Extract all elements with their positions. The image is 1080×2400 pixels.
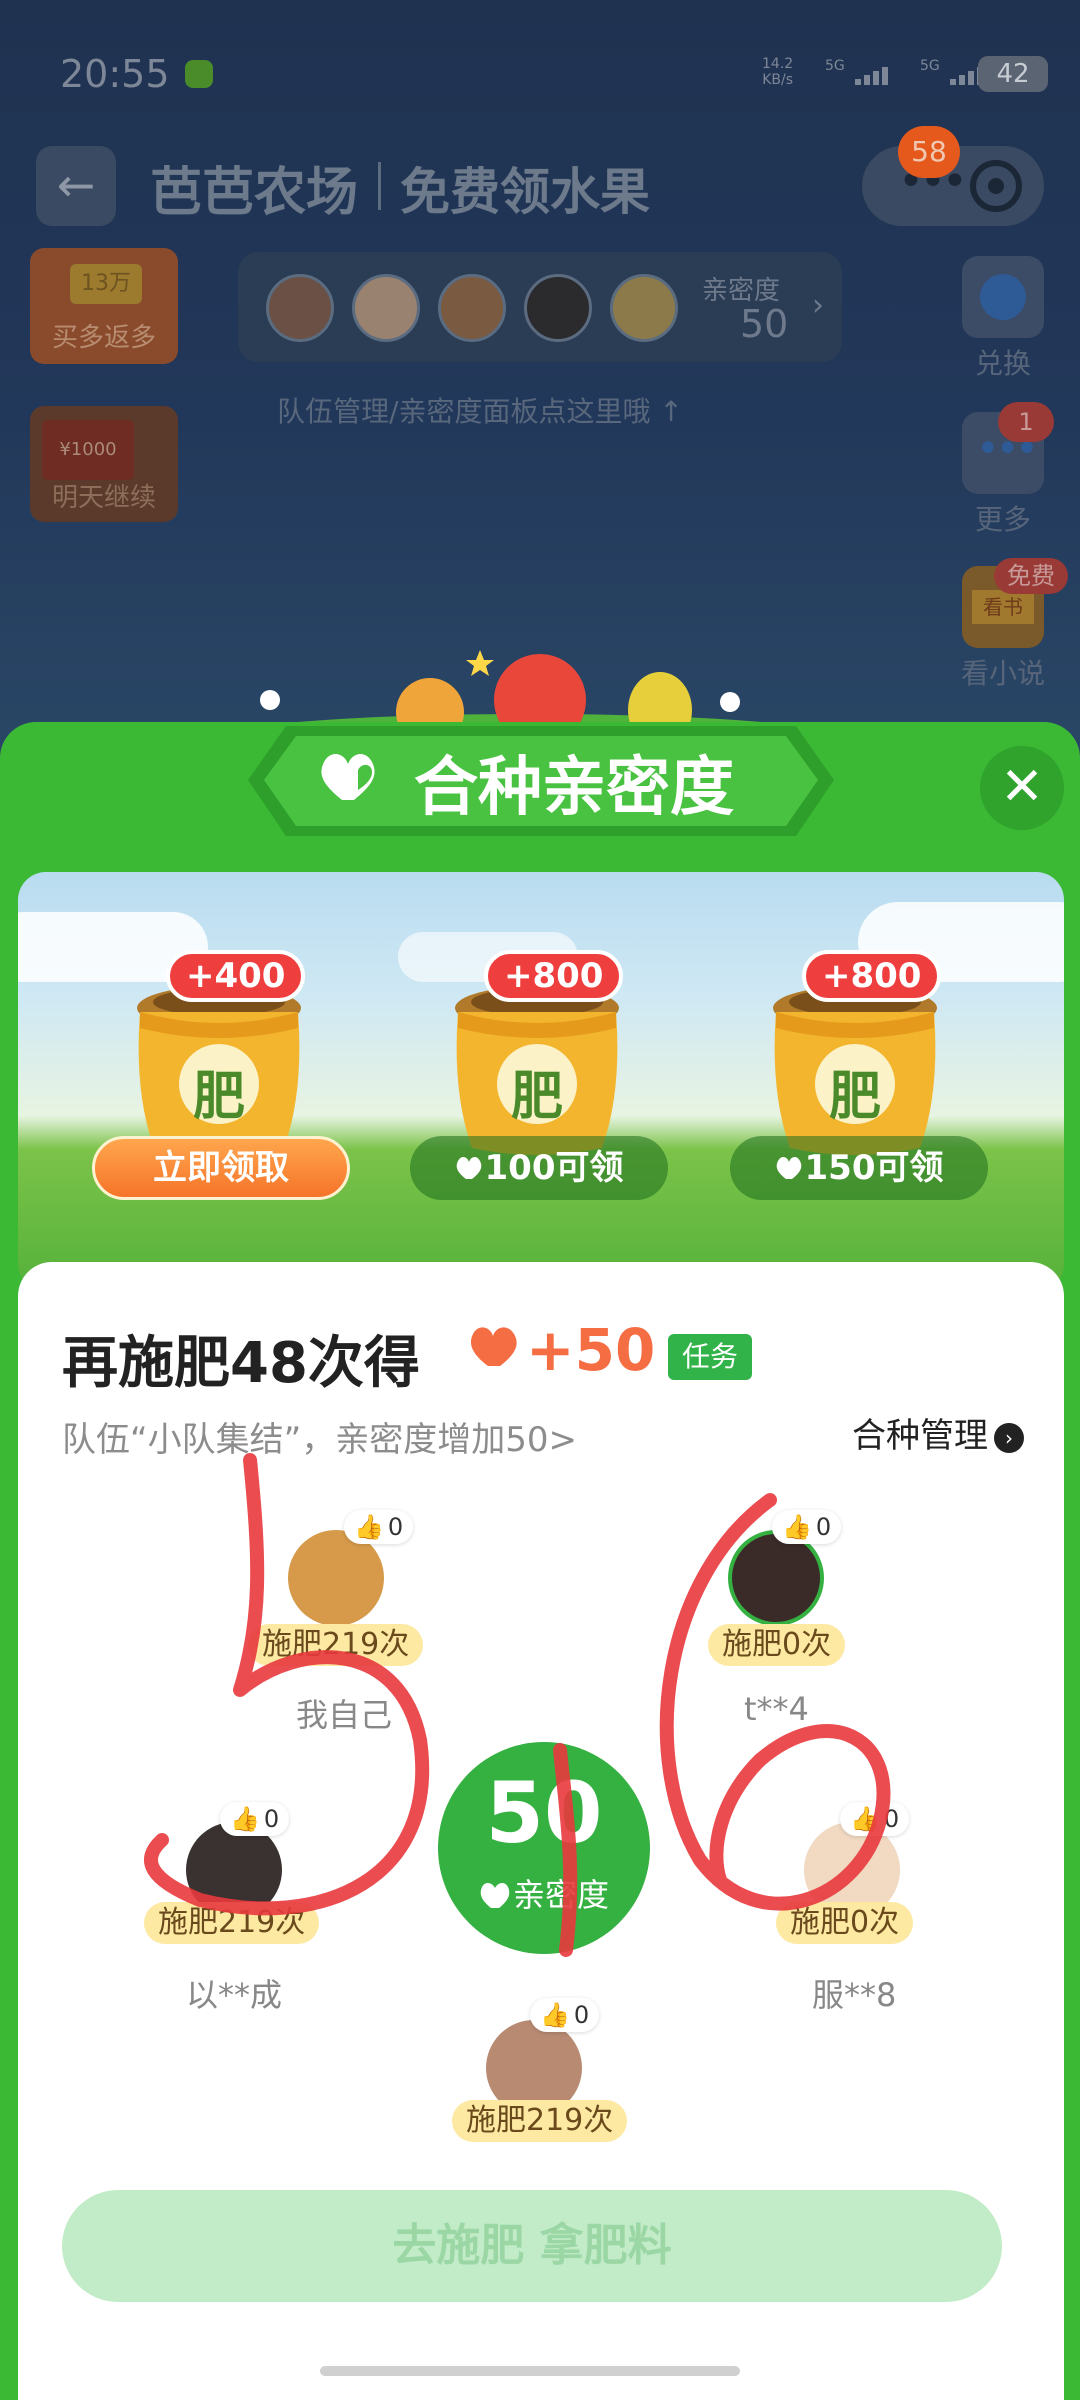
claim-now-button[interactable]: 立即领取 (92, 1136, 350, 1200)
fertilize-count: 施肥219次 (144, 1902, 320, 1944)
promo-label: 买多返多 (51, 323, 156, 353)
thumbs-up-icon: 👍 (230, 1805, 260, 1833)
chevron-right-icon: › (994, 1422, 1024, 1453)
fertilize-count: 施肥0次 (708, 1624, 846, 1666)
heart-icon (455, 1138, 485, 1179)
thumbs-up-icon: 👍 (354, 1513, 384, 1541)
reward-panel: 肥 +400 立即领取 肥 +800 100可领 肥 +800 150可领 (18, 872, 1064, 1292)
book-icon: 看书 (972, 590, 1034, 624)
thumbs-up-icon: 👍 (782, 1513, 812, 1541)
signal-label-1: 5G (825, 58, 845, 74)
heart-icon (480, 1882, 510, 1908)
team-avatar-bar[interactable]: 亲密度 50 › (238, 252, 842, 362)
reward-amount: +800 (802, 950, 942, 1002)
task-tag: 任务 (668, 1334, 752, 1380)
battery-icon: 42 (978, 56, 1048, 92)
close-icon: ✕ (1000, 757, 1044, 817)
promo-tag: 13万 (70, 264, 142, 304)
member-name: 以**成 (186, 1976, 283, 2014)
modal-title: 合种亲密度 (414, 751, 734, 825)
heart-icon (470, 1327, 517, 1366)
side-label-more: 更多 (974, 503, 1031, 536)
promo-buy-more[interactable]: 13万 买多返多 (30, 248, 178, 364)
status-time: 20:55 (60, 52, 170, 96)
manage-team-label: 合种管理 (852, 1416, 988, 1456)
reward-requirement: 100可领 (410, 1136, 668, 1200)
team-avatar (438, 274, 506, 342)
intimacy-value: 50 (740, 302, 789, 346)
reward-requirement: 150可领 (730, 1136, 988, 1200)
bag-label: 肥 (828, 1067, 881, 1127)
intimacy-circle-text: 亲密度 (512, 1876, 609, 1914)
bag-label: 肥 (192, 1067, 245, 1127)
go-fertilize-button[interactable]: 去施肥 拿肥料 (62, 2190, 1002, 2302)
like-count: 0 (815, 1513, 832, 1541)
member-avatar (288, 1530, 384, 1626)
reward-amount: +400 (166, 950, 306, 1002)
close-button[interactable]: ✕ (980, 746, 1064, 830)
free-badge: 免费 (994, 558, 1068, 594)
member-name: 服**8 (812, 1976, 897, 2014)
thumbs-up-icon: 👍 (540, 2001, 570, 2029)
team-hint: 队伍管理/亲密度面板点这里哦 ↑ (277, 395, 683, 428)
member-name: t**4 (744, 1690, 809, 1728)
back-button[interactable]: ← (36, 146, 116, 226)
close-miniapp-icon[interactable] (970, 160, 1022, 212)
like-count: 0 (387, 1513, 404, 1541)
notification-badge: 58 (898, 126, 960, 178)
chevron-right-icon: › (812, 288, 824, 323)
manage-team-link[interactable]: 合种管理 › (852, 1408, 1024, 1457)
heart-icon (775, 1138, 805, 1179)
fertilize-count: 施肥0次 (776, 1902, 914, 1944)
like-count: 0 (883, 1805, 900, 1833)
intimacy-circle: 50 亲密度 (438, 1742, 650, 1954)
net-speed: 14.2 KB/s (762, 56, 793, 88)
team-avatar (524, 274, 592, 342)
exchange-icon (980, 274, 1026, 320)
member-avatar (728, 1530, 824, 1626)
app-title: 芭芭农场 (150, 163, 359, 223)
like-count: 0 (573, 2001, 590, 2029)
team-avatar (266, 274, 334, 342)
heart-icon (321, 753, 375, 800)
promo-label: 明天继续 (51, 483, 156, 513)
more-badge: 1 (998, 402, 1054, 442)
like-counter[interactable]: 👍 0 (220, 1802, 290, 1836)
fertilize-count: 施肥219次 (248, 1624, 424, 1666)
reward-requirement-text: 100可领 (484, 1148, 624, 1188)
net-speed-value: 14.2 (762, 56, 794, 72)
intimacy-circle-label: 亲密度 (438, 1870, 650, 1916)
like-counter[interactable]: 👍 0 (840, 1802, 910, 1836)
status-bar: 20:55 14.2 KB/s 5G 5G 42 (60, 52, 1048, 102)
thumbs-up-icon: 👍 (850, 1805, 880, 1833)
back-arrow-icon: ← (56, 158, 96, 212)
exchange-button[interactable] (962, 256, 1044, 338)
net-speed-unit: KB/s (762, 72, 793, 88)
side-label-novel: 看小说 (960, 657, 1045, 690)
bag-label: 肥 (510, 1067, 563, 1127)
side-label-exchange: 兑换 (974, 347, 1031, 380)
fertilize-count: 施肥219次 (452, 2100, 628, 2142)
reward-requirement-text: 150可领 (804, 1148, 944, 1188)
app-subtitle: 免费领水果 (400, 163, 650, 221)
app-notification-icon (185, 60, 213, 88)
like-counter[interactable]: 👍 0 (772, 1510, 842, 1544)
signal-bars-icon (855, 66, 895, 86)
reward-amount: +800 (484, 950, 624, 1002)
like-count: 0 (263, 1805, 280, 1833)
home-indicator[interactable] (320, 2366, 740, 2376)
team-avatar (352, 274, 420, 342)
team-avatar (610, 274, 678, 342)
title-divider (378, 162, 381, 210)
like-counter[interactable]: 👍 0 (344, 1510, 414, 1544)
member-name: 我自己 (296, 1696, 393, 1734)
team-task-link[interactable]: 队伍“小队集结”，亲密度增加50> (62, 1412, 577, 1461)
like-counter[interactable]: 👍 0 (530, 1998, 600, 2032)
task-bonus: +50 (526, 1316, 656, 1384)
signal-label-2: 5G (920, 58, 940, 74)
intimacy-total: 50 (485, 1764, 603, 1862)
task-title: 再施肥48次得 (62, 1331, 420, 1396)
